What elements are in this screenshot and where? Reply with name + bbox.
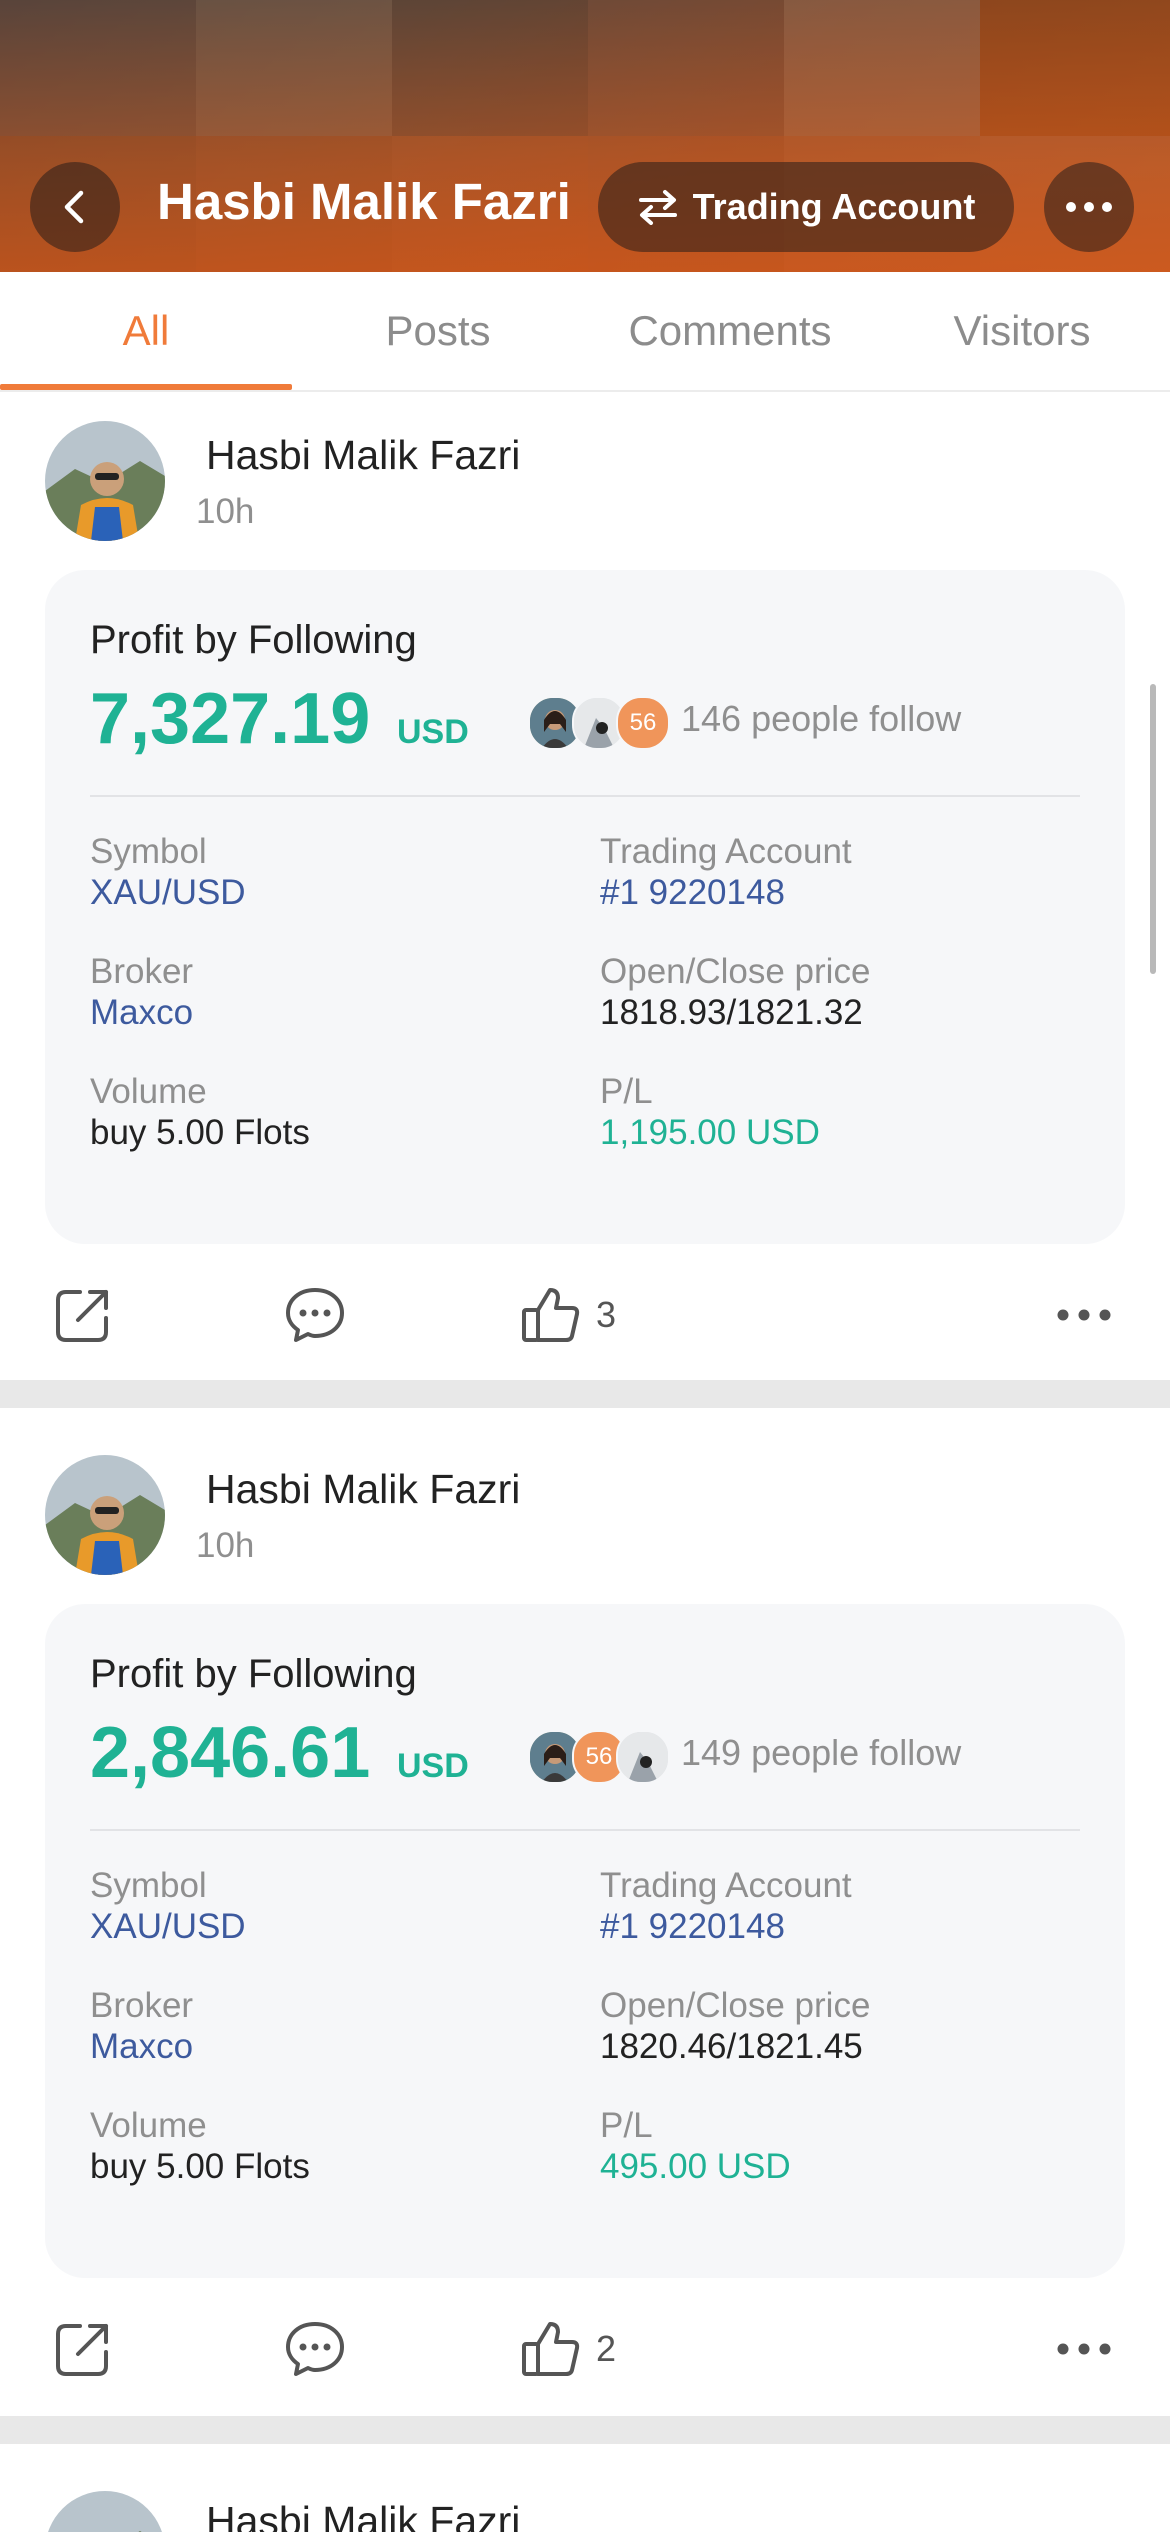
followers-count[interactable]: 149 people follow xyxy=(681,1732,961,1774)
trading-account-button[interactable]: Trading Account xyxy=(598,162,1014,252)
more-horizontal-icon xyxy=(1057,1309,1111,1321)
post-actions: 2 xyxy=(0,2294,1170,2404)
follower-avatars: 56 xyxy=(528,1730,670,1784)
thumbs-up-icon xyxy=(522,2322,580,2376)
share-icon xyxy=(56,2324,108,2376)
broker-label: Broker xyxy=(90,952,194,991)
volume-label: Volume xyxy=(90,2106,207,2145)
broker-value[interactable]: Maxco xyxy=(90,2027,193,2067)
price-value: 1818.93/1821.32 xyxy=(600,993,863,1032)
price-label: Open/Close price xyxy=(600,1986,871,2025)
profile-header: Hasbi Malik Fazri Trading Account xyxy=(0,0,1170,272)
back-button[interactable] xyxy=(30,162,120,252)
tab-all[interactable]: All xyxy=(0,272,292,390)
divider xyxy=(90,795,1080,797)
like-count: 3 xyxy=(596,1294,617,1335)
like-button[interactable]: 2 xyxy=(520,2294,616,2404)
post-actions: 3 xyxy=(0,1260,1170,1370)
price-label: Open/Close price xyxy=(600,952,871,991)
trading-account-value[interactable]: #1 9220148 xyxy=(600,1907,785,1947)
post-author[interactable]: Hasbi Malik Fazri xyxy=(206,432,520,479)
card-title: Profit by Following xyxy=(90,618,417,662)
post-time: 10h xyxy=(196,492,255,531)
feed-post: Hasbi Malik Fazri 10h Profit by Followin… xyxy=(0,392,1170,1380)
volume-value: buy 5.00 Flots xyxy=(90,1113,310,1152)
follower-avatar xyxy=(616,1730,670,1784)
volume-value: buy 5.00 Flots xyxy=(90,2147,310,2186)
swap-arrows-icon xyxy=(638,190,677,225)
feed-post: Hasbi Malik Fazri 10h Profit by Followin… xyxy=(0,1408,1170,2398)
thumbs-up-icon xyxy=(522,1288,580,1342)
symbol-label: Symbol xyxy=(90,832,207,871)
page-title: Hasbi Malik Fazri xyxy=(157,173,571,230)
avatar[interactable] xyxy=(45,1455,165,1575)
pl-value: 1,195.00 USD xyxy=(600,1113,820,1152)
symbol-value[interactable]: XAU/USD xyxy=(90,873,246,913)
followers-count[interactable]: 146 people follow xyxy=(681,698,961,740)
header-more-button[interactable] xyxy=(1044,162,1134,252)
symbol-label: Symbol xyxy=(90,1866,207,1905)
follower-avatars: 56 xyxy=(528,696,670,750)
tab-comments[interactable]: Comments xyxy=(584,272,876,390)
card-title: Profit by Following xyxy=(90,1652,417,1696)
tab-visitors[interactable]: Visitors xyxy=(876,272,1168,390)
broker-value[interactable]: Maxco xyxy=(90,993,193,1033)
pl-value: 495.00 USD xyxy=(600,2147,791,2186)
tab-posts[interactable]: Posts xyxy=(292,272,584,390)
broker-label: Broker xyxy=(90,1986,194,2025)
like-button[interactable]: 3 xyxy=(520,1260,616,1370)
profit-value: 2,846.61 xyxy=(90,1713,371,1793)
post-separator xyxy=(0,2416,1170,2444)
volume-label: Volume xyxy=(90,1072,207,1111)
share-icon xyxy=(56,1290,108,1342)
more-horizontal-icon xyxy=(1066,202,1112,212)
divider xyxy=(90,1829,1080,1831)
pl-label: P/L xyxy=(600,1072,653,1111)
active-tab-indicator xyxy=(0,384,292,390)
trading-account-field-label: Trading Account xyxy=(600,832,852,871)
comment-button[interactable] xyxy=(284,1260,346,1370)
share-button[interactable] xyxy=(52,1260,114,1370)
follower-count-badge: 56 xyxy=(616,696,670,750)
avatar[interactable] xyxy=(45,421,165,541)
feed-post: Hasbi Malik Fazri xyxy=(0,2444,1170,2532)
scrollbar[interactable] xyxy=(1150,684,1156,974)
profit-card[interactable]: Profit by Following 7,327.19 USD 56 146 … xyxy=(45,570,1125,1244)
trading-account-value[interactable]: #1 9220148 xyxy=(600,873,785,913)
comment-button[interactable] xyxy=(284,2294,346,2404)
more-horizontal-icon xyxy=(1057,2343,1111,2355)
post-time: 10h xyxy=(196,1526,255,1565)
avatar[interactable] xyxy=(45,2491,165,2532)
profit-card[interactable]: Profit by Following 2,846.61 USD 56 149 … xyxy=(45,1604,1125,2278)
share-button[interactable] xyxy=(52,2294,114,2404)
profit-currency: USD xyxy=(397,713,469,751)
post-more-button[interactable] xyxy=(1056,1260,1112,1370)
tab-bar: All Posts Comments Visitors xyxy=(0,272,1170,392)
post-more-button[interactable] xyxy=(1056,2294,1112,2404)
comment-icon xyxy=(286,2322,344,2376)
post-separator xyxy=(0,1380,1170,1408)
chevron-left-icon xyxy=(64,190,84,224)
post-author[interactable]: Hasbi Malik Fazri xyxy=(206,2498,520,2532)
profit-value: 7,327.19 xyxy=(90,679,371,759)
post-author[interactable]: Hasbi Malik Fazri xyxy=(206,1466,520,1513)
profit-currency: USD xyxy=(397,1747,469,1785)
symbol-value[interactable]: XAU/USD xyxy=(90,1907,246,1947)
trading-account-label: Trading Account xyxy=(692,186,976,227)
like-count: 2 xyxy=(596,2328,617,2369)
trading-account-field-label: Trading Account xyxy=(600,1866,852,1905)
price-value: 1820.46/1821.45 xyxy=(600,2027,863,2066)
pl-label: P/L xyxy=(600,2106,653,2145)
comment-icon xyxy=(286,1288,344,1342)
